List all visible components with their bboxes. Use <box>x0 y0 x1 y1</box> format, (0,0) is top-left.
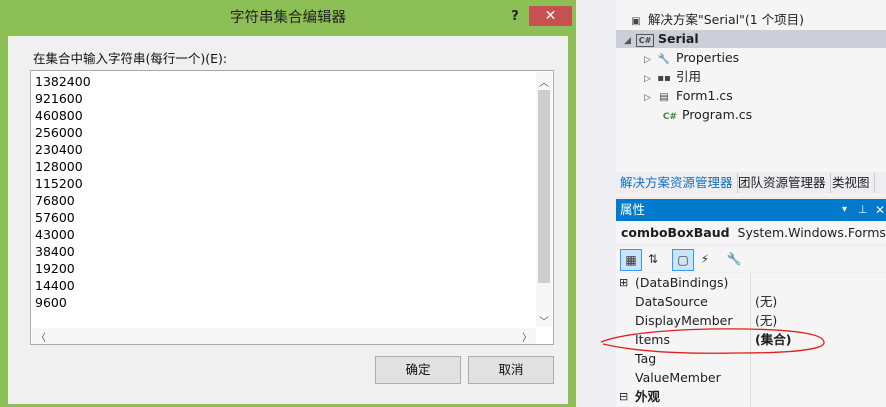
explorer-tabs: 解决方案资源管理器 团队资源管理器 类视图 <box>616 172 886 194</box>
properties-title: 属性 <box>620 202 646 217</box>
ok-button[interactable]: 确定 <box>375 356 461 384</box>
list-item: 43000 <box>35 227 75 242</box>
object-selector[interactable]: comboBoxBaud System.Windows.Forms.Co <box>616 222 886 244</box>
close-icon[interactable]: ✕ <box>875 199 885 221</box>
solution-node[interactable]: ▣ 解决方案"Serial"(1 个项目) <box>628 10 804 29</box>
alphabetical-icon[interactable]: ⇅ <box>643 249 663 269</box>
help-button[interactable]: ? <box>504 6 526 28</box>
tree-item-form1[interactable]: ▷ ▤ Form1.cs <box>644 86 733 105</box>
properties-header: 属性 ▾ ⊥ ✕ <box>616 199 886 221</box>
csharp-project-icon: C# <box>636 34 654 47</box>
tree-item-references[interactable]: ▷ ▪▪ 引用 <box>644 67 701 86</box>
collapse-minus-icon[interactable]: ⊟ <box>619 387 628 406</box>
tab-solution-explorer[interactable]: 解决方案资源管理器 <box>616 173 738 193</box>
pin-icon[interactable]: ⊥ <box>858 199 868 221</box>
properties-toolbar: ▦ ⇅ ▢ ⚡ 🔧 <box>616 246 886 272</box>
project-node[interactable]: ◢ C# Serial <box>624 29 699 48</box>
tab-team-explorer[interactable]: 团队资源管理器 <box>734 173 831 193</box>
expanded-triangle-icon[interactable]: ◢ <box>624 32 636 51</box>
list-item: 19200 <box>35 261 75 276</box>
property-row[interactable]: ValueMember <box>616 368 886 387</box>
csharp-icon: C# <box>662 112 678 122</box>
property-row[interactable]: ⊞ (DataBindings) <box>616 273 886 292</box>
tree-item-program[interactable]: C# Program.cs <box>662 105 752 124</box>
tree-item-properties[interactable]: ▷ 🔧 Properties <box>644 48 739 67</box>
list-item: 460800 <box>35 108 83 123</box>
list-item: 115200 <box>35 176 83 191</box>
vertical-scroll-thumb[interactable] <box>538 90 550 283</box>
list-item: 230400 <box>35 142 83 157</box>
red-annotation-ellipse <box>600 328 825 354</box>
property-pages-icon[interactable]: 🔧 <box>724 249 744 269</box>
events-icon[interactable]: ⚡ <box>695 249 715 269</box>
dropdown-icon[interactable]: ▾ <box>842 199 847 221</box>
category-row[interactable]: ⊟ 外观 <box>616 387 886 406</box>
strings-textbox[interactable]: 1382400 921600 460800 256000 230400 1280… <box>30 70 554 345</box>
list-item: 1382400 <box>35 74 91 89</box>
object-type: System.Windows.Forms.Co <box>737 225 886 240</box>
expand-plus-icon[interactable]: ⊞ <box>619 273 628 292</box>
list-item: 14400 <box>35 278 75 293</box>
collapsed-triangle-icon[interactable]: ▷ <box>644 89 656 108</box>
close-button[interactable]: ✕ <box>529 6 572 26</box>
list-item: 57600 <box>35 210 75 225</box>
property-row[interactable]: DataSource (无) <box>616 292 886 311</box>
properties-icon[interactable]: ▢ <box>672 249 694 271</box>
scroll-up-icon[interactable]: ︿ <box>537 74 551 89</box>
scroll-right-icon[interactable]: 〉 <box>520 329 534 344</box>
list-item: 128000 <box>35 159 83 174</box>
cancel-button[interactable]: 取消 <box>468 356 554 384</box>
scroll-left-icon[interactable]: 〈 <box>34 329 48 344</box>
list-item: 9600 <box>35 295 67 310</box>
list-item: 38400 <box>35 244 75 259</box>
horizontal-scrollbar[interactable]: 〈 〉 <box>32 328 536 344</box>
categorized-icon[interactable]: ▦ <box>620 249 642 271</box>
list-item: 921600 <box>35 91 83 106</box>
tab-class-view[interactable]: 类视图 <box>828 173 875 193</box>
prompt-label: 在集合中输入字符串(每行一个)(E): <box>33 51 228 66</box>
dialog-title: 字符串集合编辑器 <box>230 10 346 26</box>
list-item: 76800 <box>35 193 75 208</box>
object-name: comboBoxBaud <box>621 225 730 240</box>
list-item: 256000 <box>35 125 83 140</box>
scroll-down-icon[interactable]: ﹀ <box>537 313 551 328</box>
